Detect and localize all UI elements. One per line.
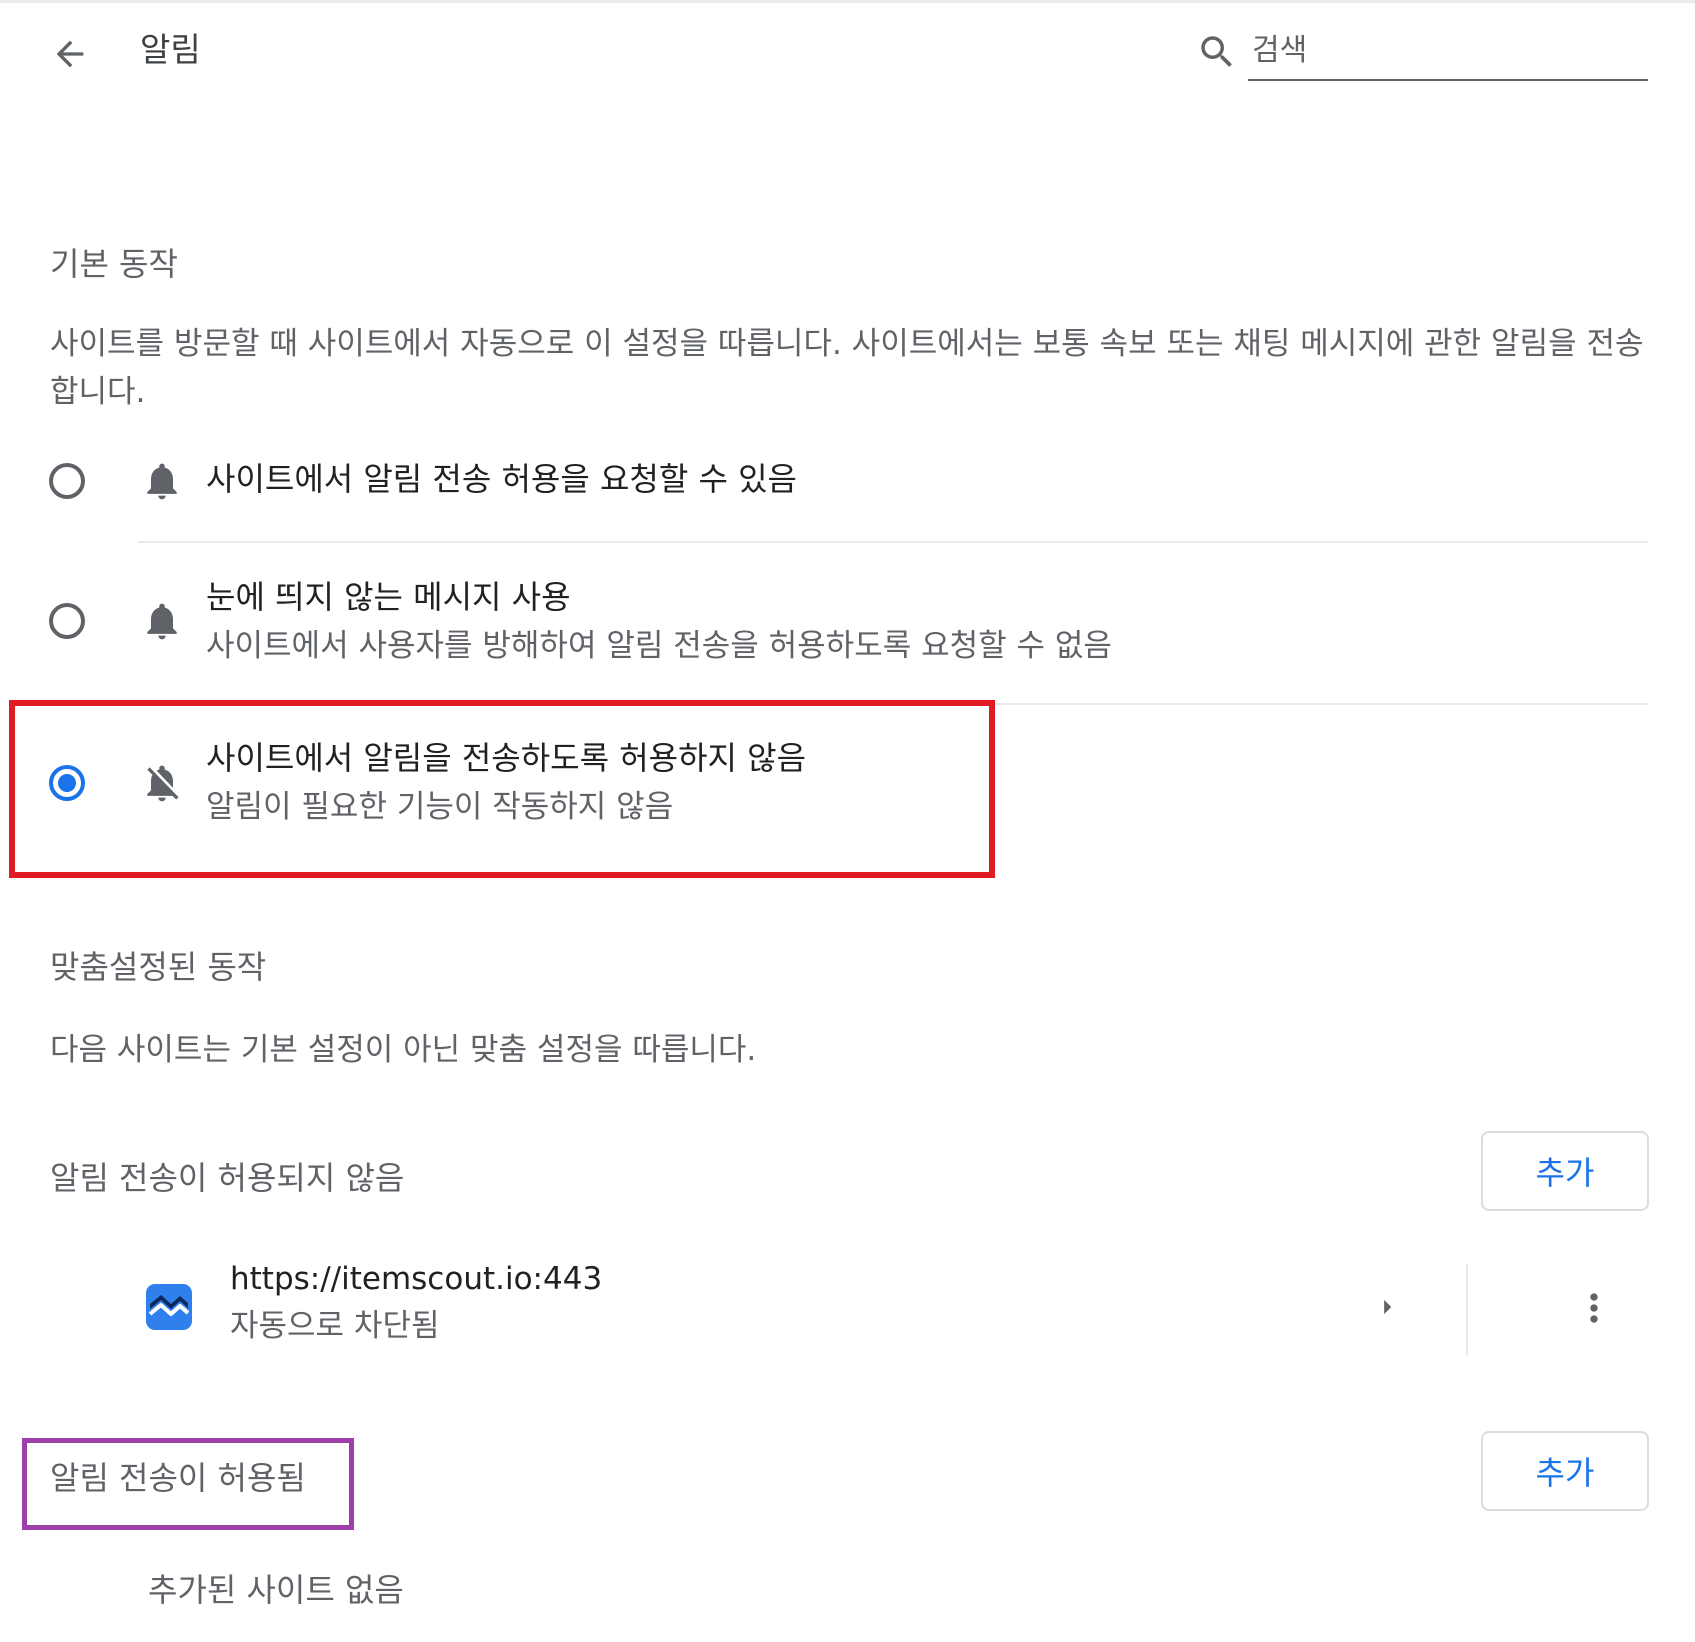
add-blocked-site-button[interactable]: 추가 [1481,1131,1649,1211]
bell-off-icon [147,765,179,802]
default-behavior-description: 사이트를 방문할 때 사이트에서 자동으로 이 설정을 따릅니다. 사이트에서는… [50,326,1644,410]
custom-behavior-description: 다음 사이트는 기본 설정이 아닌 맞춤 설정을 따릅니다. [50,1032,757,1068]
search-input[interactable] [1248,28,1652,72]
option-divider [138,541,1648,543]
bell-icon [147,463,177,500]
site-url: https://itemscout.io:443 [230,1261,603,1297]
site-status: 자동으로 차단됨 [230,1308,440,1344]
default-behavior-heading: 기본 동작 [50,245,178,283]
empty-list-text: 추가된 사이트 없음 [148,1571,404,1609]
add-allowed-site-button[interactable]: 추가 [1481,1431,1649,1511]
back-button[interactable] [44,28,96,80]
option-sublabel: 사이트에서 사용자를 방해하여 알림 전송을 허용하도록 요청할 수 없음 [206,628,1112,664]
search-icon [1201,36,1232,67]
notifications-settings-page: 알림 기본 동작 사이트를 방문할 때 사이트에서 자동으로 이 설정을 따릅니… [0,0,1695,1642]
option-label: 사이트에서 알림 전송 허용을 요청할 수 있음 [206,460,797,498]
option-allow-ask[interactable]: 사이트에서 알림 전송 허용을 요청할 수 있음 [40,448,1650,536]
blocked-heading: 알림 전송이 허용되지 않음 [50,1159,405,1197]
radio-allow-ask[interactable] [49,463,85,499]
top-divider [0,0,1695,3]
radio-block-notifications[interactable] [49,765,85,801]
more-vert-icon[interactable] [1572,1284,1616,1332]
option-sublabel: 알림이 필요한 기능이 작동하지 않음 [206,789,674,825]
row-divider [1466,1264,1468,1356]
radio-quiet-messaging[interactable] [49,603,85,639]
site-row[interactable]: https://itemscout.io:443 자동으로 차단됨 [40,1252,1650,1362]
allowed-heading: 알림 전송이 허용됨 [50,1459,306,1497]
option-quiet-messaging[interactable]: 눈에 띄지 않는 메시지 사용 사이트에서 사용자를 방해하여 알림 전송을 허… [40,572,1650,672]
page-title: 알림 [140,30,201,69]
arrow-back-icon [56,40,84,68]
bell-icon [147,603,177,640]
option-label: 눈에 띄지 않는 메시지 사용 [206,578,571,616]
custom-behavior-heading: 맞춤설정된 동작 [50,948,267,986]
search-underline [1248,79,1648,81]
itemscout-favicon-icon [146,1284,192,1330]
option-label: 사이트에서 알림을 전송하도록 허용하지 않음 [206,739,807,777]
option-block-notifications[interactable]: 사이트에서 알림을 전송하도록 허용하지 않음 알림이 필요한 기능이 작동하지… [40,733,1650,833]
option-divider [138,703,1648,705]
search-box [1196,22,1652,82]
arrow-right-icon[interactable] [1370,1290,1404,1324]
